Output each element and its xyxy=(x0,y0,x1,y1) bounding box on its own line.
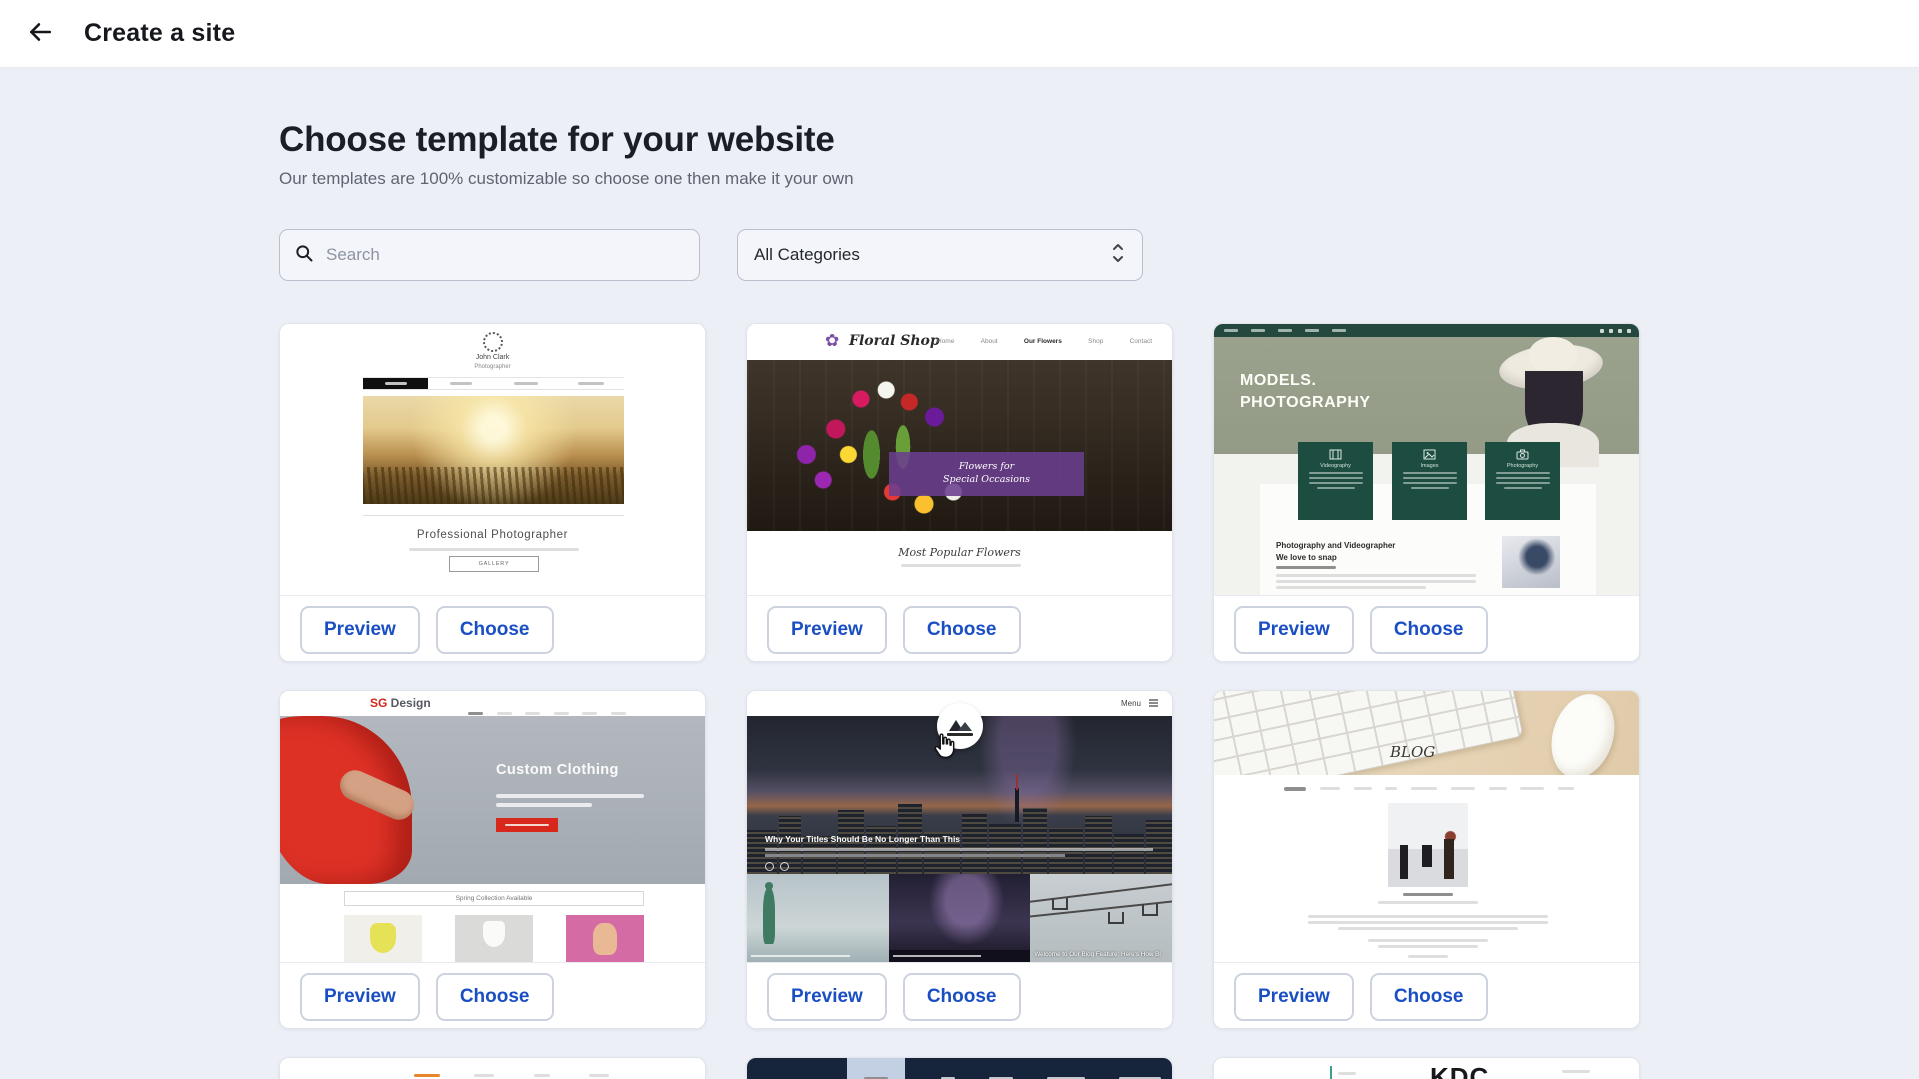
template-preview-travel-blog: Menu Why Your Titles Should Be No Longer… xyxy=(747,691,1172,962)
template-card-partial-2[interactable] xyxy=(746,1057,1173,1079)
template-card-photographer[interactable]: John Clark Photographer Professional Pho… xyxy=(279,323,706,662)
mini-menu-label: Menu xyxy=(1121,699,1141,708)
mouse-shape xyxy=(1541,691,1625,786)
search-box[interactable] xyxy=(279,229,700,281)
mini-hero-desk-photo: BLOG xyxy=(1214,691,1639,775)
mini-section-title: Photography and Videographer xyxy=(1276,541,1395,550)
product-thumb-yellow-dress xyxy=(344,915,422,962)
template-card-travel-blog[interactable]: Menu Why Your Titles Should Be No Longer… xyxy=(746,690,1173,1029)
mini-nav xyxy=(1214,324,1639,337)
mini-thumbnails-row: Welcome to Our Blog Feature: Here's How … xyxy=(747,874,1172,962)
mini-brand: SG Design xyxy=(370,696,431,710)
product-thumb-swimwear xyxy=(566,915,644,962)
mini-brand: Floral Shop xyxy=(849,333,940,349)
category-select[interactable]: All Categories xyxy=(737,229,1143,281)
template-card-blog[interactable]: BLOG Pre xyxy=(1213,690,1640,1029)
mini-photo-office xyxy=(1388,803,1468,887)
choose-button[interactable]: Choose xyxy=(1370,606,1488,654)
product-thumb-white-dress xyxy=(455,915,533,962)
search-icon xyxy=(294,243,314,268)
template-card-models[interactable]: MODELS. PHOTOGRAPHY Videography Images xyxy=(1213,323,1640,662)
section-subheading: Our templates are 100% customizable so c… xyxy=(279,169,1640,189)
template-preview-partial-3: KDC xyxy=(1214,1058,1639,1079)
mini-hero-title: BLOG xyxy=(1390,743,1435,761)
camera-aperture-logo-icon xyxy=(483,332,503,352)
mini-hero-title: Why Your Titles Should Be No Longer Than… xyxy=(765,834,960,844)
flower-logo-icon: ✿ xyxy=(825,331,839,351)
mini-hero-field-photo xyxy=(363,396,624,504)
template-preview-blog: BLOG xyxy=(1214,691,1639,962)
camera-icon xyxy=(1516,449,1529,460)
mini-section-title: Spring Collection Available xyxy=(344,891,644,906)
mini-section-title: Most Popular Flowers xyxy=(747,546,1172,559)
mini-hero-tulips-photo: Flowers for Special Occasions xyxy=(747,360,1172,531)
thumb-ski-lift: Welcome to Our Blog Feature: Here's How … xyxy=(1030,874,1172,962)
template-preview-floral: ✿ Floral Shop Home About Our Flowers Sho… xyxy=(747,324,1172,595)
section-heading: Choose template for your website xyxy=(279,120,1640,160)
mini-nav xyxy=(1284,787,1574,791)
mini-cta-button xyxy=(496,818,558,832)
film-icon xyxy=(1329,449,1342,460)
mini-nav xyxy=(363,377,624,390)
mini-nav-tabs xyxy=(398,1068,628,1079)
app-header: Create a site xyxy=(0,0,1919,68)
hamburger-menu-icon xyxy=(1149,699,1158,709)
template-preview-sg-design: SG Design Custom Clothing Spring Collect… xyxy=(280,691,705,962)
thumb-statue-of-liberty xyxy=(747,874,889,962)
feature-card-photography: Photography xyxy=(1485,442,1560,520)
template-card-partial-3[interactable]: KDC xyxy=(1213,1057,1640,1079)
mountains-icon xyxy=(947,717,973,731)
mini-hero-title: Professional Photographer xyxy=(280,529,705,541)
preview-button[interactable]: Preview xyxy=(1234,973,1354,1021)
mini-hero-title-1: MODELS. xyxy=(1240,372,1316,390)
image-icon xyxy=(1423,449,1436,460)
mini-hero-overlay: Flowers for Special Occasions xyxy=(889,452,1084,496)
thumb-night-sky-city xyxy=(889,874,1031,962)
mini-section-subtitle: We love to snap xyxy=(1276,553,1337,562)
template-card-partial-1[interactable] xyxy=(279,1057,706,1079)
template-grid: John Clark Photographer Professional Pho… xyxy=(279,323,1640,1079)
template-preview-partial-1 xyxy=(280,1058,705,1079)
feature-card-images: Images xyxy=(1392,442,1467,520)
mini-site-name: John Clark xyxy=(280,354,705,361)
search-input[interactable] xyxy=(326,245,685,265)
preview-button[interactable]: Preview xyxy=(767,606,887,654)
preview-button[interactable]: Preview xyxy=(300,973,420,1021)
choose-button[interactable]: Choose xyxy=(1370,973,1488,1021)
preview-button[interactable]: Preview xyxy=(767,973,887,1021)
page-title: Create a site xyxy=(84,19,235,48)
mini-hero-red-dress-photo: Custom Clothing xyxy=(280,716,705,884)
mini-nav-active-item xyxy=(847,1058,905,1079)
mini-site-role: Photographer xyxy=(280,364,705,370)
mini-nav-dark xyxy=(747,1058,1172,1079)
chevron-up-down-icon xyxy=(1110,242,1126,269)
mini-photo-face xyxy=(1502,536,1560,588)
category-select-value: All Categories xyxy=(754,245,860,265)
mini-hero-title: Custom Clothing xyxy=(496,762,619,778)
template-preview-partial-2 xyxy=(747,1058,1172,1079)
choose-button[interactable]: Choose xyxy=(436,973,554,1021)
mini-gallery-button: GALLERY xyxy=(449,556,539,572)
back-button[interactable] xyxy=(20,14,60,54)
choose-button[interactable]: Choose xyxy=(903,973,1021,1021)
template-card-floral[interactable]: ✿ Floral Shop Home About Our Flowers Sho… xyxy=(746,323,1173,662)
template-preview-photographer: John Clark Photographer Professional Pho… xyxy=(280,324,705,595)
template-preview-models: MODELS. PHOTOGRAPHY Videography Images xyxy=(1214,324,1639,595)
preview-button[interactable]: Preview xyxy=(300,606,420,654)
tulip-bouquet xyxy=(777,372,987,522)
mouse-cursor xyxy=(929,731,959,761)
choose-button[interactable]: Choose xyxy=(436,606,554,654)
feature-card-videography: Videography xyxy=(1298,442,1373,520)
preview-button[interactable]: Preview xyxy=(1234,606,1354,654)
thumb-caption: Welcome to Our Blog Feature: Here's How … xyxy=(1034,951,1160,958)
mini-brand: KDC xyxy=(1430,1062,1489,1079)
mini-hero-title-2: PHOTOGRAPHY xyxy=(1240,394,1371,412)
arrow-left-icon xyxy=(27,19,53,48)
mini-nav: Home About Our Flowers Shop Contact xyxy=(937,338,1152,345)
choose-button[interactable]: Choose xyxy=(903,606,1021,654)
template-card-sg-design[interactable]: SG Design Custom Clothing Spring Collect… xyxy=(279,690,706,1029)
